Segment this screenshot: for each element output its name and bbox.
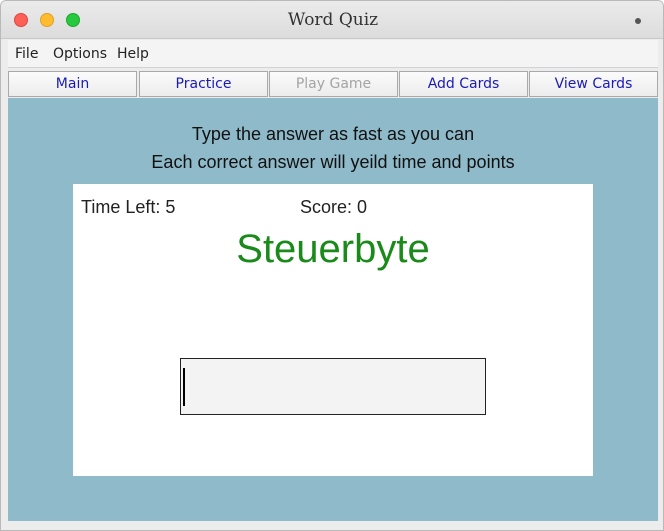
text-cursor [183, 368, 185, 406]
nav-bar: Main Practice Play Game Add Cards View C… [8, 71, 658, 98]
window-dot-icon [635, 18, 641, 24]
answer-input[interactable] [180, 358, 486, 415]
score-label: Score: 0 [300, 197, 368, 217]
game-content: Type the answer as fast as you can Each … [8, 98, 658, 521]
menu-file[interactable]: File [15, 46, 38, 62]
menu-help[interactable]: Help [117, 46, 149, 62]
instruction-line-2: Each correct answer will yeild time and … [151, 152, 515, 172]
nav-view-cards-button[interactable]: View Cards [529, 71, 658, 97]
nav-practice-button[interactable]: Practice [139, 71, 268, 97]
nav-play-game-button: Play Game [269, 71, 398, 97]
quiz-word: Steuerbyte [236, 227, 430, 271]
window-title: Word Quiz [287, 10, 379, 30]
nav-main-button[interactable]: Main [8, 71, 137, 97]
nav-add-cards-button[interactable]: Add Cards [399, 71, 528, 97]
menu-bar: File Options Help [8, 40, 658, 68]
time-left-label: Time Left: 5 [81, 197, 176, 217]
title-bar: Word Quiz [1, 1, 663, 39]
game-panel: Time Left: 5 Score: 0 Steuerbyte [73, 184, 593, 476]
app-window: Word Quiz File Options Help Main Practic… [0, 0, 664, 531]
instruction-line-1: Type the answer as fast as you can [191, 124, 475, 144]
menu-options[interactable]: Options [53, 46, 107, 62]
